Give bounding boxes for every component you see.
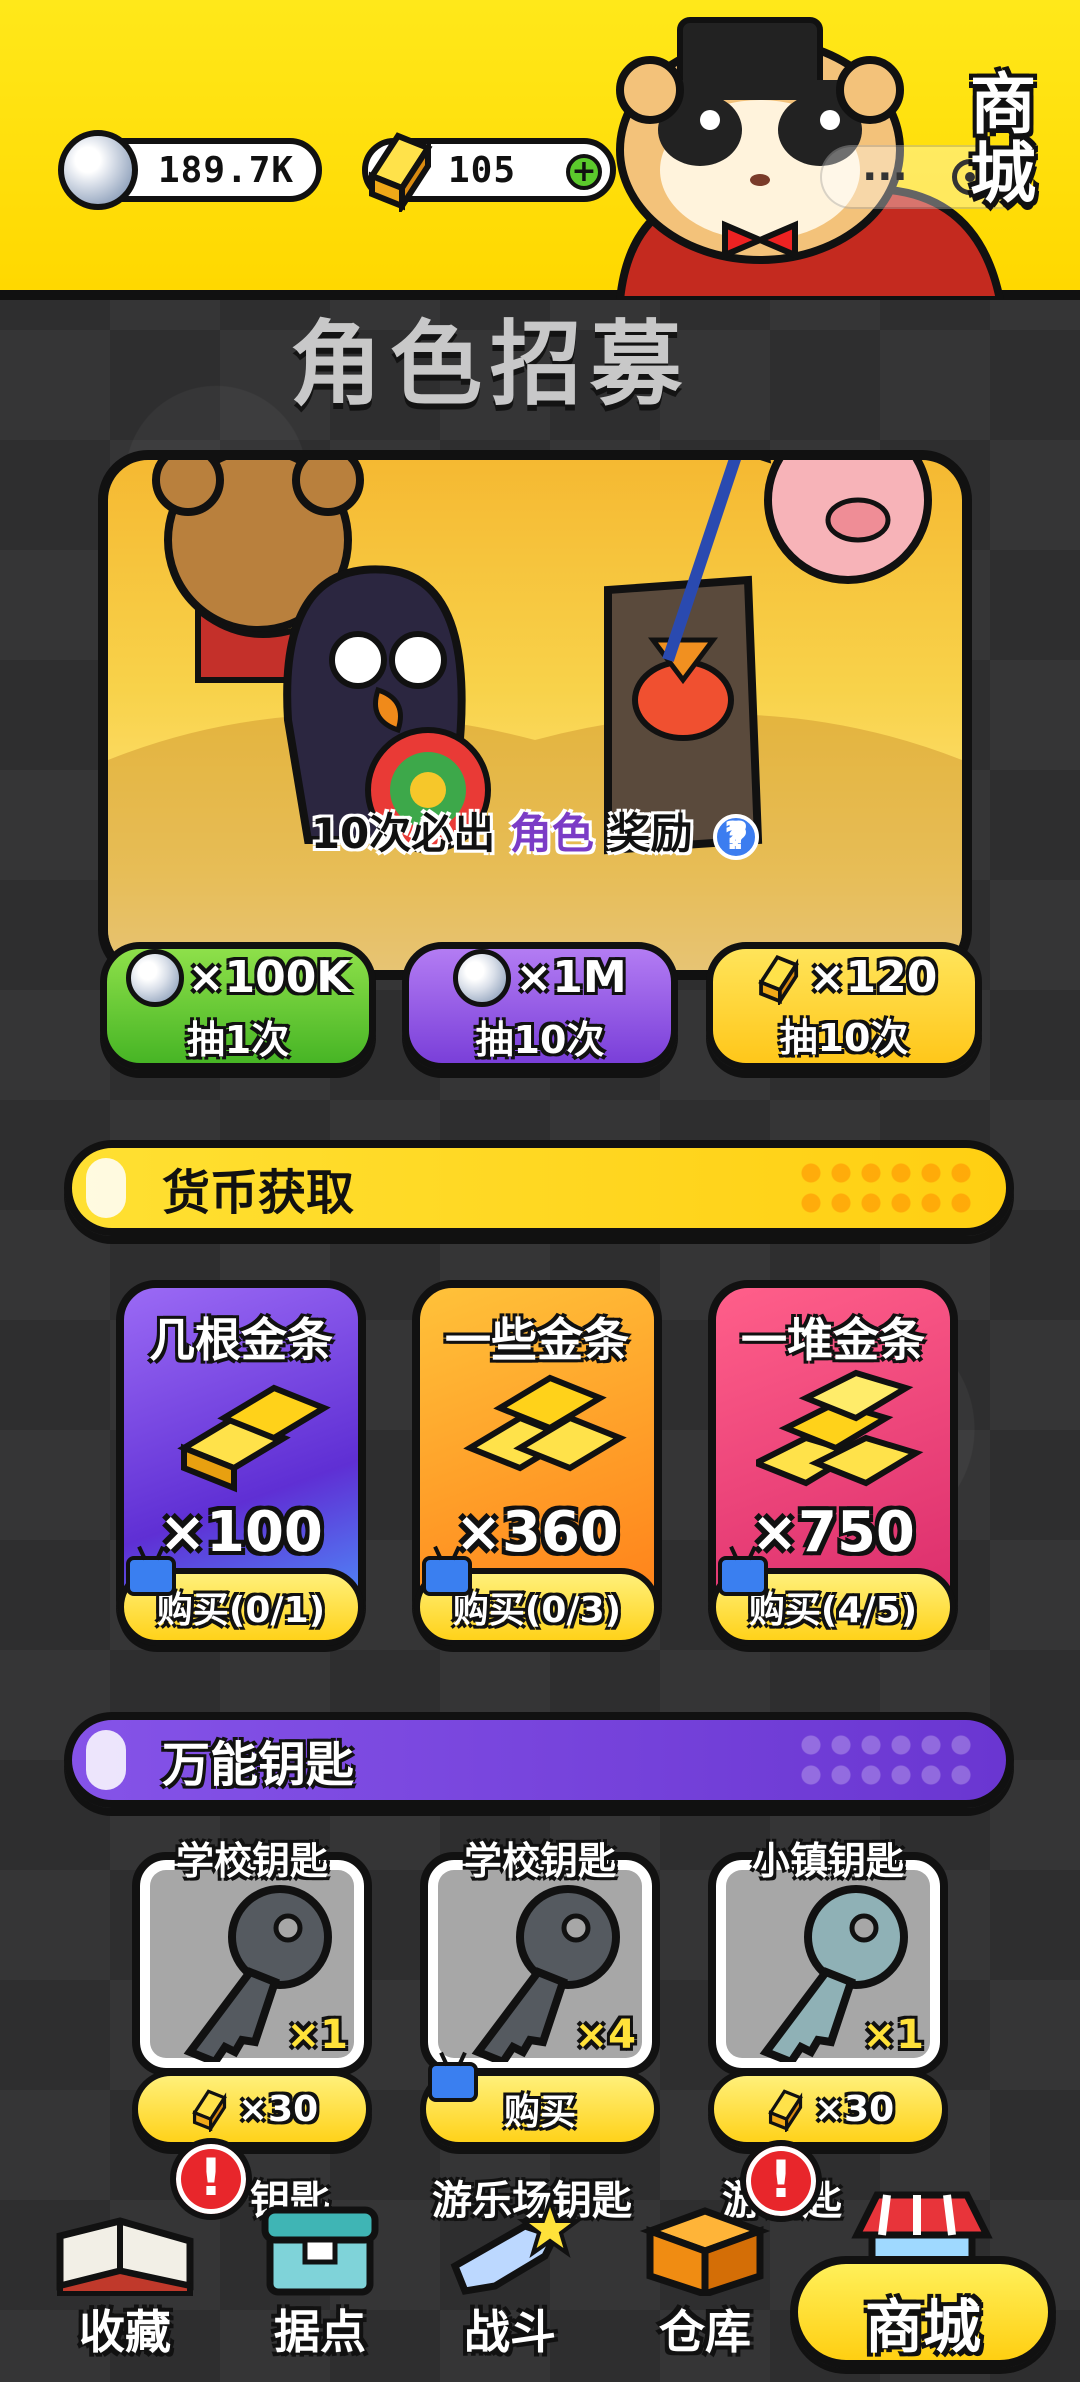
- pack-name: 一些金条: [445, 1313, 629, 1367]
- alert-badge-icon: !: [170, 2138, 252, 2220]
- key-item-school-2[interactable]: ×4: [420, 1852, 660, 2076]
- draw-10-gold-button[interactable]: ×120 抽10次: [706, 942, 982, 1070]
- shop-title: 商城: [970, 66, 1036, 213]
- nav-battle[interactable]: 战斗: [435, 2194, 585, 2362]
- nav-label: 商城: [864, 2293, 981, 2361]
- silver-coin-icon: [125, 948, 184, 1007]
- video-ad-icon: [718, 1556, 768, 1596]
- gold-bar-icon: [367, 132, 433, 212]
- draw-10-silver-button[interactable]: ×1M 抽10次: [402, 942, 678, 1070]
- draw-1-button[interactable]: ×100K 抽1次: [100, 942, 376, 1070]
- video-ad-icon: [428, 2062, 478, 2102]
- currency-section-header: 货币获取: [64, 1140, 1014, 1236]
- buy-town-key-gold-button[interactable]: ×30: [708, 2070, 948, 2148]
- gold-bars-icon: [756, 1369, 924, 1487]
- buy-label: ×30: [237, 2088, 319, 2130]
- silver-amount: 189.7K: [158, 149, 295, 191]
- gold-amount: 105: [448, 149, 517, 191]
- draw-cost: ×1M: [515, 952, 627, 1003]
- draw-label: 抽10次: [779, 1015, 909, 1060]
- book-icon: [56, 2217, 194, 2297]
- buy-label: ×30: [813, 2088, 895, 2130]
- buy-school-key-gold-button[interactable]: ×30: [132, 2070, 372, 2148]
- buy-label: 购买(0/3): [452, 1590, 622, 1631]
- buy-label: 购买: [503, 2092, 576, 2133]
- gold-bar-icon: [768, 2089, 803, 2132]
- pack-name: 几根金条: [149, 1313, 333, 1367]
- section-title: 万能钥匙: [162, 1737, 355, 1793]
- help-icon[interactable]: ?: [713, 813, 760, 860]
- caption-highlight: 角色: [509, 809, 594, 858]
- gold-bar-icon: [192, 2089, 227, 2132]
- draw-label: 抽10次: [475, 1017, 605, 1062]
- silver-balance[interactable]: 189.7K: [58, 130, 322, 210]
- key-item-school-1[interactable]: ×1: [132, 1852, 372, 2076]
- draw-cost: ×100K: [187, 952, 351, 1003]
- key-quantity: ×1: [862, 2012, 924, 2058]
- key-quantity: ×4: [574, 2012, 636, 2058]
- recruit-banner: 10次必出 角色 奖励 ?: [98, 450, 972, 980]
- section-title: 货币获取: [162, 1165, 355, 1221]
- key-item-town[interactable]: ×1: [708, 1852, 948, 2076]
- chest-icon: [261, 2206, 379, 2296]
- silver-coin-icon: [58, 130, 138, 210]
- key-quantity: ×1: [286, 2012, 348, 2058]
- recruit-title: 角色招募: [290, 311, 691, 418]
- nav-label: 据点: [274, 2305, 366, 2359]
- draw-label: 抽1次: [186, 1017, 290, 1062]
- buy-label: 购买(0/1): [156, 1590, 326, 1631]
- caption-suffix: 奖励: [608, 809, 693, 858]
- video-ad-icon: [126, 1556, 176, 1596]
- nav-shop[interactable]: 商城: [790, 2256, 1056, 2368]
- pack-name: 一堆金条: [741, 1313, 925, 1367]
- silver-coin-icon: [453, 948, 512, 1007]
- nav-label: 战斗: [464, 2305, 556, 2359]
- characters-illustration: [108, 460, 962, 970]
- video-ad-icon: [422, 1556, 472, 1596]
- recruit-caption: 10次必出 角色 奖励 ?: [108, 800, 962, 861]
- key-name: 小镇钥匙: [751, 1839, 904, 1883]
- top-bar: 189.7K 105 + ··· 商城: [0, 0, 1080, 300]
- draw-cost: ×120: [808, 952, 938, 1003]
- key-name: 学校钥匙: [175, 1839, 328, 1883]
- gun-icon: [450, 2194, 583, 2295]
- nav-warehouse[interactable]: ! 仓库: [630, 2140, 822, 2362]
- alert-badge-icon: !: [740, 2140, 822, 2222]
- gold-bar-icon: [757, 954, 799, 1005]
- keys-section-header: 万能钥匙: [64, 1712, 1014, 1808]
- gold-bars-icon: [463, 1374, 627, 1472]
- key-name: 学校钥匙: [463, 1839, 616, 1883]
- nav-label: 仓库: [659, 2305, 751, 2359]
- nav-collection[interactable]: ! 收藏: [50, 2138, 252, 2362]
- gold-bars-icon: [177, 1384, 331, 1493]
- caption-prefix: 10次必出: [310, 809, 496, 858]
- nav-stronghold[interactable]: 据点: [245, 2196, 395, 2362]
- buy-label: 购买(4/5): [748, 1590, 918, 1631]
- nav-label: 收藏: [79, 2305, 171, 2359]
